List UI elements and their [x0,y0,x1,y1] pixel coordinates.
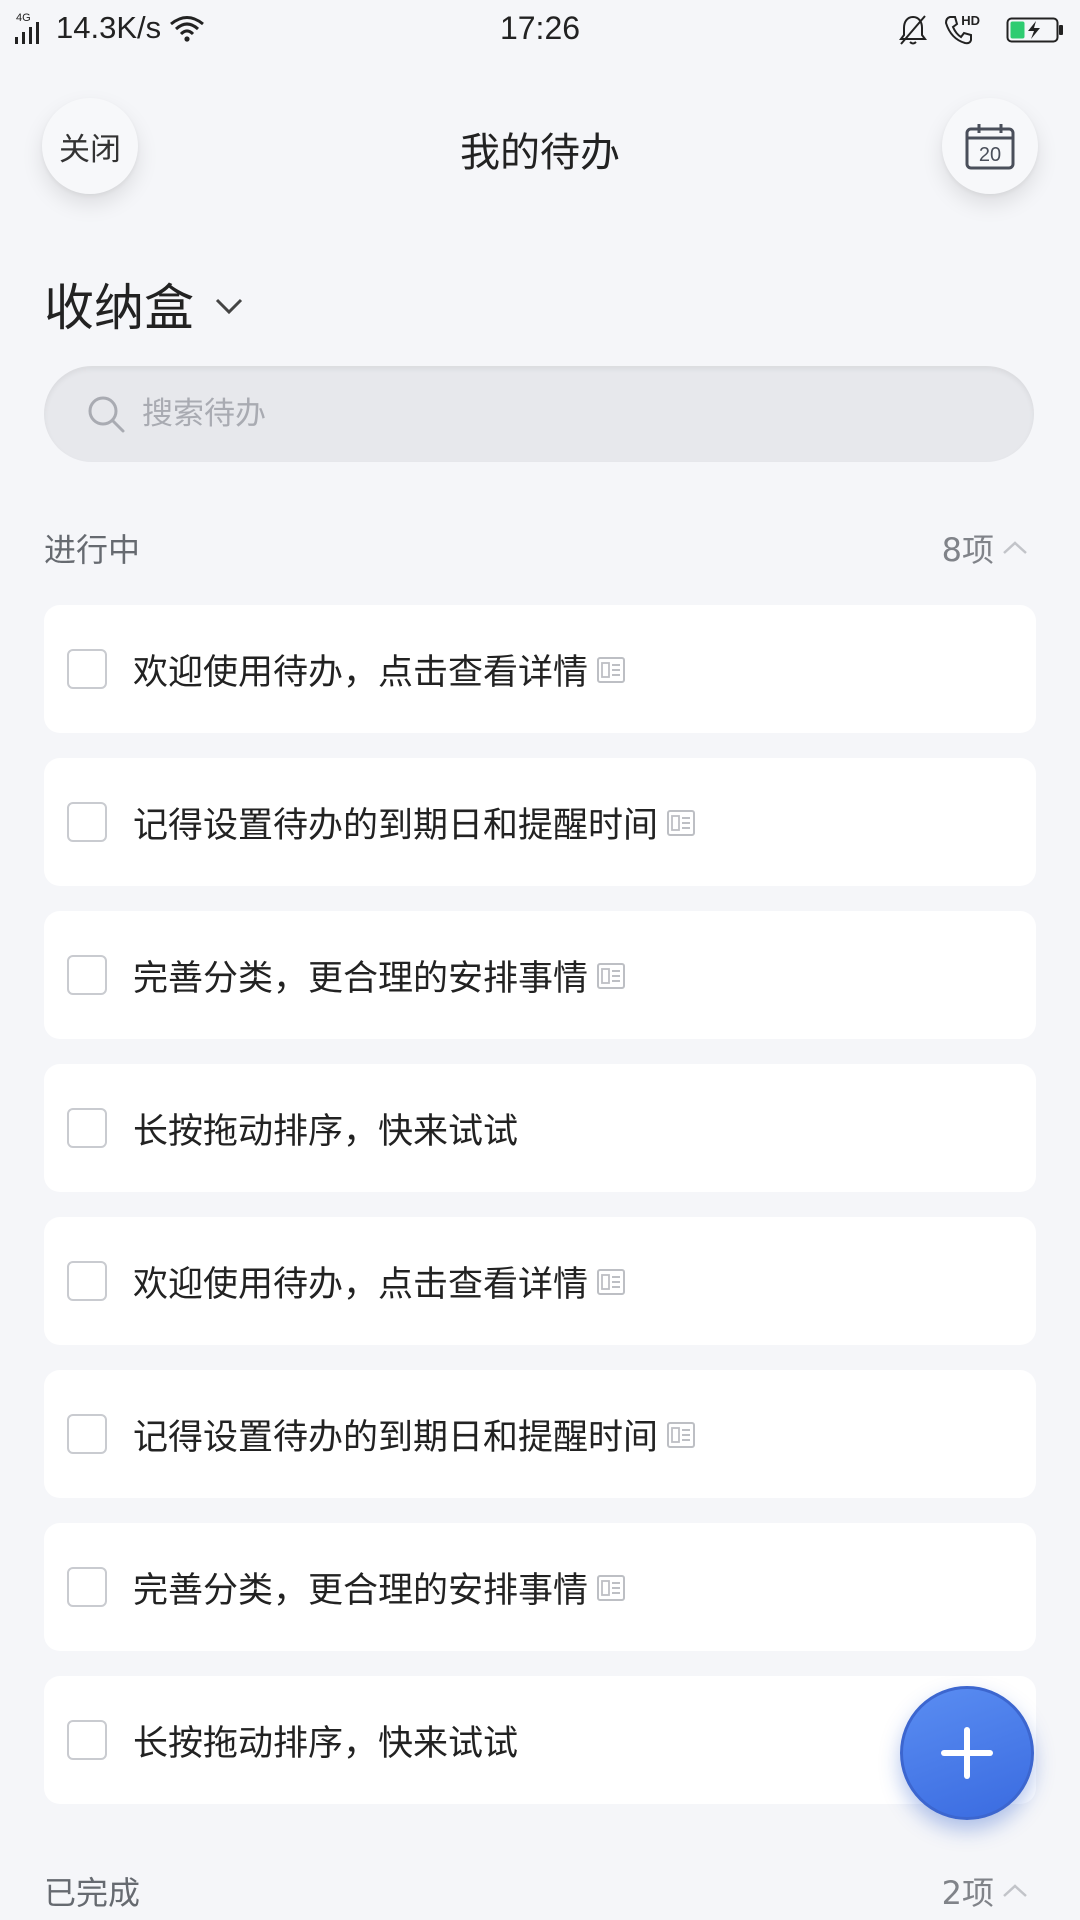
search-icon [88,396,125,433]
task-checkbox[interactable] [67,955,107,995]
add-task-button[interactable] [900,1686,1034,1820]
status-bar: 4G 14.3K/s 17:26 HD [0,0,1080,60]
task-text: 长按拖动排序，快来试试 [133,1723,519,1764]
battery-charging-icon [1006,17,1063,43]
task-item[interactable]: 完善分类，更合理的安排事情 [44,1523,1036,1651]
completed-header[interactable]: 已完成 2项 [44,1866,1034,1916]
task-checkbox[interactable] [67,802,107,842]
hd-badge: HD [961,12,980,28]
note-icon [597,657,626,683]
task-checkbox[interactable] [67,649,107,689]
in-progress-header[interactable]: 进行中 8项 [44,523,1034,573]
task-checkbox[interactable] [67,1567,107,1607]
plus-icon [941,1727,993,1779]
task-text: 记得设置待办的到期日和提醒时间 [133,1417,659,1458]
task-text: 欢迎使用待办，点击查看详情 [133,652,589,693]
completed-count: 2项 [941,1874,994,1912]
bell-muted-icon [899,15,928,45]
task-item[interactable]: 长按拖动排序，快来试试 [44,1676,1036,1804]
category-selector[interactable]: 收纳盒 [44,268,244,340]
chevron-up-icon[interactable] [1002,1883,1028,1899]
task-text: 完善分类，更合理的安排事情 [133,958,589,999]
status-right: HD [897,10,1064,50]
task-text: 完善分类，更合理的安排事情 [133,1570,589,1611]
todo-screen: 4G 14.3K/s 17:26 HD 关闭 我的待办 20 收纳盒 搜索待办 … [0,0,1080,1920]
note-icon [597,963,626,989]
note-icon [667,810,696,836]
task-checkbox[interactable] [67,1108,107,1148]
calendar-day: 20 [979,144,1001,166]
calendar-button[interactable]: 20 [942,98,1038,194]
task-text: 欢迎使用待办，点击查看详情 [133,1264,589,1305]
task-item[interactable]: 欢迎使用待办，点击查看详情 [44,1217,1036,1345]
chevron-down-icon [215,298,243,315]
completed-count-group: 2项 [942,1868,1028,1914]
top-bar: 关闭 我的待办 20 [0,90,1080,200]
note-icon [597,1269,626,1295]
task-checkbox[interactable] [67,1414,107,1454]
in-progress-count: 8项 [941,531,994,569]
completed-label: 已完成 [44,1874,141,1912]
task-checkbox[interactable] [67,1261,107,1301]
task-checkbox[interactable] [67,1720,107,1760]
page-title: 我的待办 [460,130,620,176]
note-icon [597,1575,626,1601]
task-text: 记得设置待办的到期日和提醒时间 [133,805,659,846]
task-item[interactable]: 记得设置待办的到期日和提醒时间 [44,1370,1036,1498]
search-input[interactable] [140,395,944,433]
chevron-up-icon[interactable] [1002,540,1028,556]
in-progress-count-group: 8项 [942,525,1028,571]
search-bar[interactable] [44,366,1034,462]
calendar-icon: 20 [965,124,1015,170]
task-text: 长按拖动排序，快来试试 [133,1111,519,1152]
note-icon [667,1422,696,1448]
category-title: 收纳盒 [44,279,194,337]
task-list: 欢迎使用待办，点击查看详情 记得设置待办的到期日和提醒时间 完善分类，更合理的安… [44,605,1036,1829]
task-item[interactable]: 长按拖动排序，快来试试 [44,1064,1036,1192]
task-item[interactable]: 完善分类，更合理的安排事情 [44,911,1036,1039]
in-progress-label: 进行中 [44,531,141,569]
task-item[interactable]: 欢迎使用待办，点击查看详情 [44,605,1036,733]
task-item[interactable]: 记得设置待办的到期日和提醒时间 [44,758,1036,886]
